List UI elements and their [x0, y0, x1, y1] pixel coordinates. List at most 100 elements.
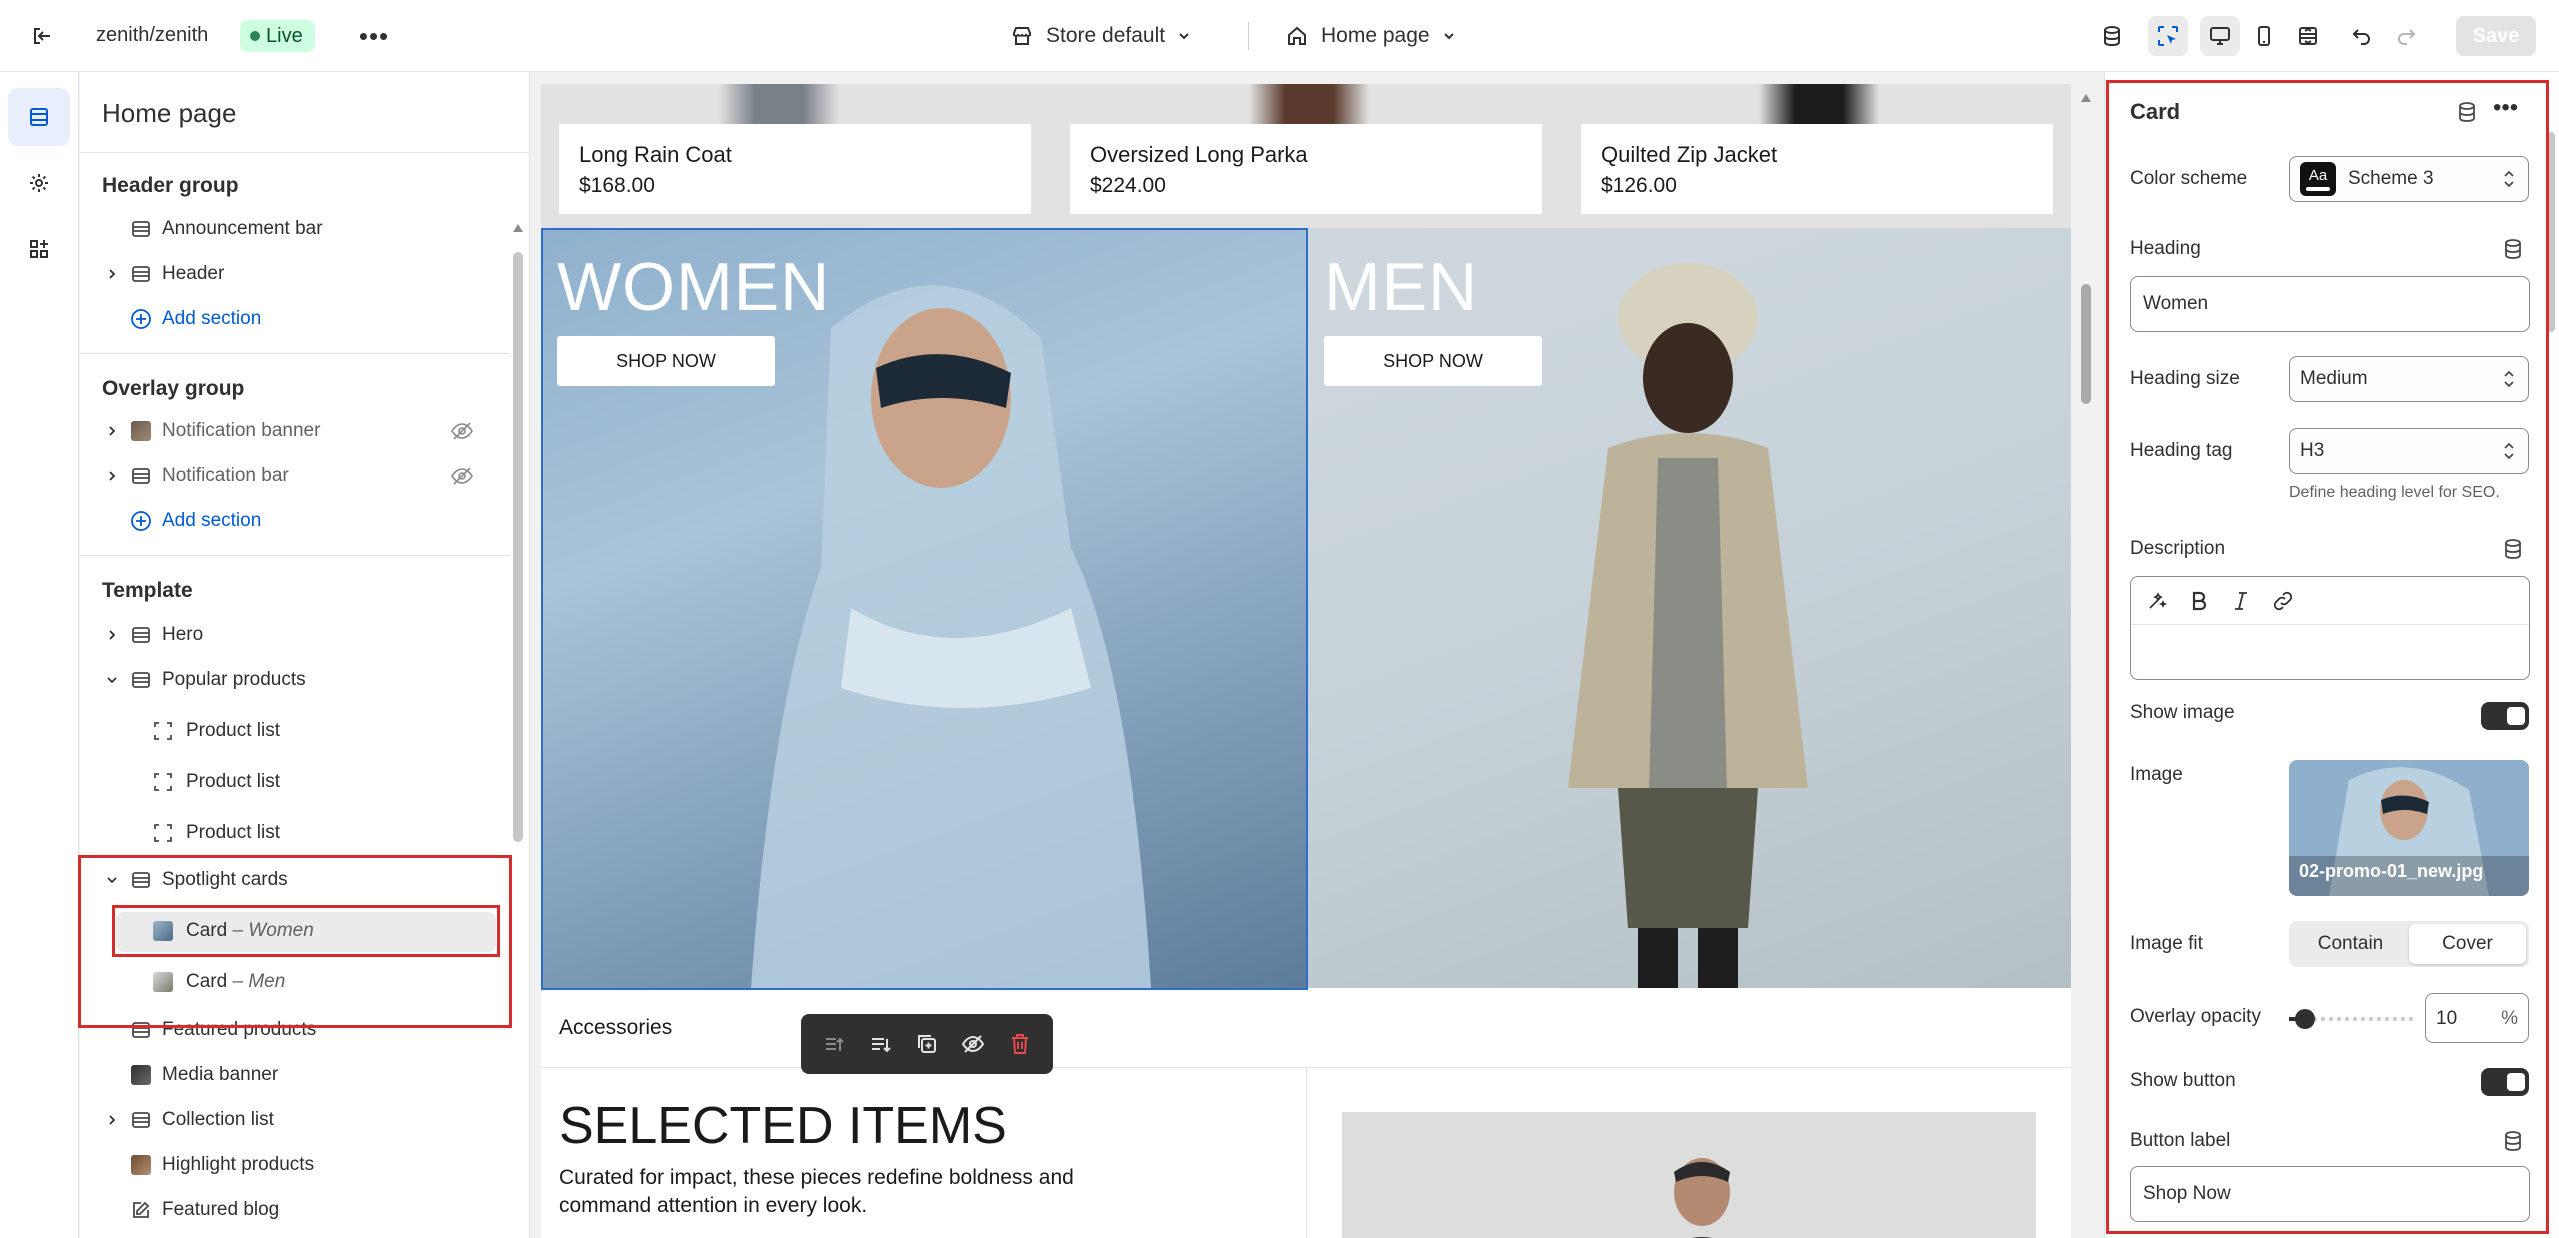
section-collection-list[interactable]: Collection list — [80, 1099, 510, 1141]
product-card[interactable]: Quilted Zip Jacket $126.00 — [1581, 124, 2053, 214]
eye-off-icon[interactable] — [960, 1031, 986, 1057]
section-icon — [130, 624, 152, 646]
gear-icon[interactable] — [8, 154, 70, 212]
description-editor[interactable] — [2130, 576, 2530, 680]
undo-icon[interactable] — [2342, 16, 2382, 56]
preview-scrollbar[interactable] — [2079, 94, 2093, 1194]
section-label: Featured products — [162, 1019, 317, 1040]
theme-selector[interactable]: Store default — [1010, 16, 1191, 56]
section-notification-banner[interactable]: Notification banner — [80, 410, 510, 452]
database-icon[interactable] — [2092, 16, 2132, 56]
bold-icon[interactable] — [2185, 587, 2213, 615]
block-product-list[interactable]: Product list — [80, 710, 510, 752]
section-popular-products[interactable]: Popular products — [80, 659, 510, 701]
section-hero[interactable]: Hero — [80, 614, 510, 656]
block-product-list[interactable]: Product list — [80, 812, 510, 854]
promo-card-men[interactable]: MEN SHOP NOW — [1308, 228, 2071, 988]
heading-label: Heading — [2130, 238, 2201, 259]
template-group-title: Template — [102, 579, 193, 602]
shop-now-button[interactable]: SHOP NOW — [557, 336, 775, 386]
block-icon — [152, 771, 174, 793]
button-label-input[interactable]: Shop Now — [2130, 1166, 2530, 1222]
database-icon[interactable] — [2501, 1129, 2525, 1153]
move-up-icon[interactable] — [821, 1031, 847, 1057]
add-section-button[interactable]: Add section — [80, 500, 510, 542]
section-spotlight-cards[interactable]: Spotlight cards — [80, 859, 510, 901]
section-featured-blog[interactable]: Featured blog — [80, 1189, 510, 1231]
overlay-opacity-input[interactable]: 10 % — [2425, 993, 2529, 1043]
show-image-toggle[interactable] — [2481, 702, 2529, 730]
fullscreen-view-icon[interactable] — [2288, 16, 2328, 56]
redo-icon[interactable] — [2386, 16, 2426, 56]
section-featured-products[interactable]: Featured products — [80, 1009, 510, 1051]
move-down-icon[interactable] — [868, 1031, 894, 1057]
save-button[interactable]: Save — [2456, 16, 2536, 56]
apps-icon[interactable] — [8, 220, 70, 278]
section-header[interactable]: Header — [80, 253, 510, 295]
more-actions-button[interactable]: ••• — [2493, 96, 2529, 126]
image-fit-cover[interactable]: Cover — [2409, 924, 2526, 964]
eye-off-icon[interactable] — [450, 464, 474, 488]
section-icon — [130, 1109, 152, 1131]
link-icon[interactable] — [2269, 587, 2297, 615]
sections-icon[interactable] — [8, 88, 70, 146]
add-section-button[interactable]: Add section — [80, 298, 510, 340]
section-icon — [130, 669, 152, 691]
block-icon — [152, 720, 174, 742]
trash-icon[interactable] — [1007, 1031, 1033, 1057]
chevron-right-icon[interactable] — [102, 625, 122, 645]
chevron-down-icon[interactable] — [102, 870, 122, 890]
block-card-women[interactable]: Card – Women — [80, 910, 510, 952]
slider-handle[interactable] — [2295, 1009, 2315, 1029]
product-card[interactable]: Long Rain Coat $168.00 — [559, 124, 1031, 214]
chevron-right-icon[interactable] — [102, 421, 122, 441]
chevron-down-icon[interactable] — [102, 670, 122, 690]
italic-icon[interactable] — [2227, 587, 2255, 615]
chevron-right-icon[interactable] — [102, 466, 122, 486]
section-highlight-products[interactable]: Highlight products — [80, 1144, 510, 1186]
exit-icon[interactable] — [22, 20, 62, 52]
store-name: zenith/zenith — [96, 24, 209, 46]
more-actions-button[interactable]: ••• — [352, 18, 396, 54]
scrollbar-thumb[interactable] — [513, 252, 523, 842]
heading-size-select[interactable]: Medium — [2289, 356, 2529, 402]
inspector-cursor-icon[interactable] — [2148, 16, 2188, 56]
shop-now-button[interactable]: SHOP NOW — [1324, 336, 1542, 386]
scrollbar-thumb[interactable] — [2081, 284, 2091, 404]
section-announcement-bar[interactable]: Announcement bar — [80, 208, 510, 250]
overlay-opacity-slider[interactable] — [2289, 1007, 2413, 1031]
duplicate-icon[interactable] — [914, 1031, 940, 1057]
desktop-view-icon[interactable] — [2200, 16, 2240, 56]
swatch-text: Aa — [2308, 166, 2328, 184]
page-selector[interactable]: Home page — [1285, 16, 1456, 56]
mobile-view-icon[interactable] — [2244, 16, 2284, 56]
block-product-list[interactable]: Product list — [80, 761, 510, 803]
product-price: $168.00 — [579, 174, 655, 197]
heading-tag-select[interactable]: H3 — [2289, 428, 2529, 474]
show-button-toggle[interactable] — [2481, 1068, 2529, 1096]
database-icon[interactable] — [2455, 100, 2479, 124]
section-label: Notification banner — [162, 420, 321, 441]
section-notification-bar[interactable]: Notification bar — [80, 455, 510, 497]
image-fit-contain[interactable]: Contain — [2292, 924, 2409, 964]
page-title: Home page — [102, 98, 237, 128]
chevron-right-icon[interactable] — [102, 264, 122, 284]
page-selector-label: Home page — [1321, 24, 1430, 47]
panel-scrollbar[interactable] — [513, 172, 523, 872]
image-picker[interactable]: 02-promo-01_new.jpg — [2289, 760, 2529, 896]
database-icon[interactable] — [2501, 537, 2525, 561]
topbar-divider — [1248, 22, 1249, 50]
ai-sparkle-icon[interactable] — [2143, 587, 2171, 615]
promo-card-women[interactable]: WOMEN SHOP NOW — [541, 228, 1307, 988]
heading-input[interactable]: Women — [2130, 276, 2530, 332]
eye-off-icon[interactable] — [450, 419, 474, 443]
chevron-right-icon[interactable] — [102, 1110, 122, 1130]
product-card[interactable]: Oversized Long Parka $224.00 — [1070, 124, 1542, 214]
settings-scrollbar[interactable] — [2547, 132, 2555, 332]
section-media-banner[interactable]: Media banner — [80, 1054, 510, 1096]
database-icon[interactable] — [2501, 237, 2525, 261]
block-card-men[interactable]: Card – Men — [80, 961, 510, 1003]
settings-title: Card — [2130, 99, 2181, 124]
color-scheme-select[interactable]: Aa Scheme 3 — [2289, 156, 2529, 202]
store-preview: Long Rain Coat $168.00 Oversized Long Pa… — [531, 72, 2103, 1238]
